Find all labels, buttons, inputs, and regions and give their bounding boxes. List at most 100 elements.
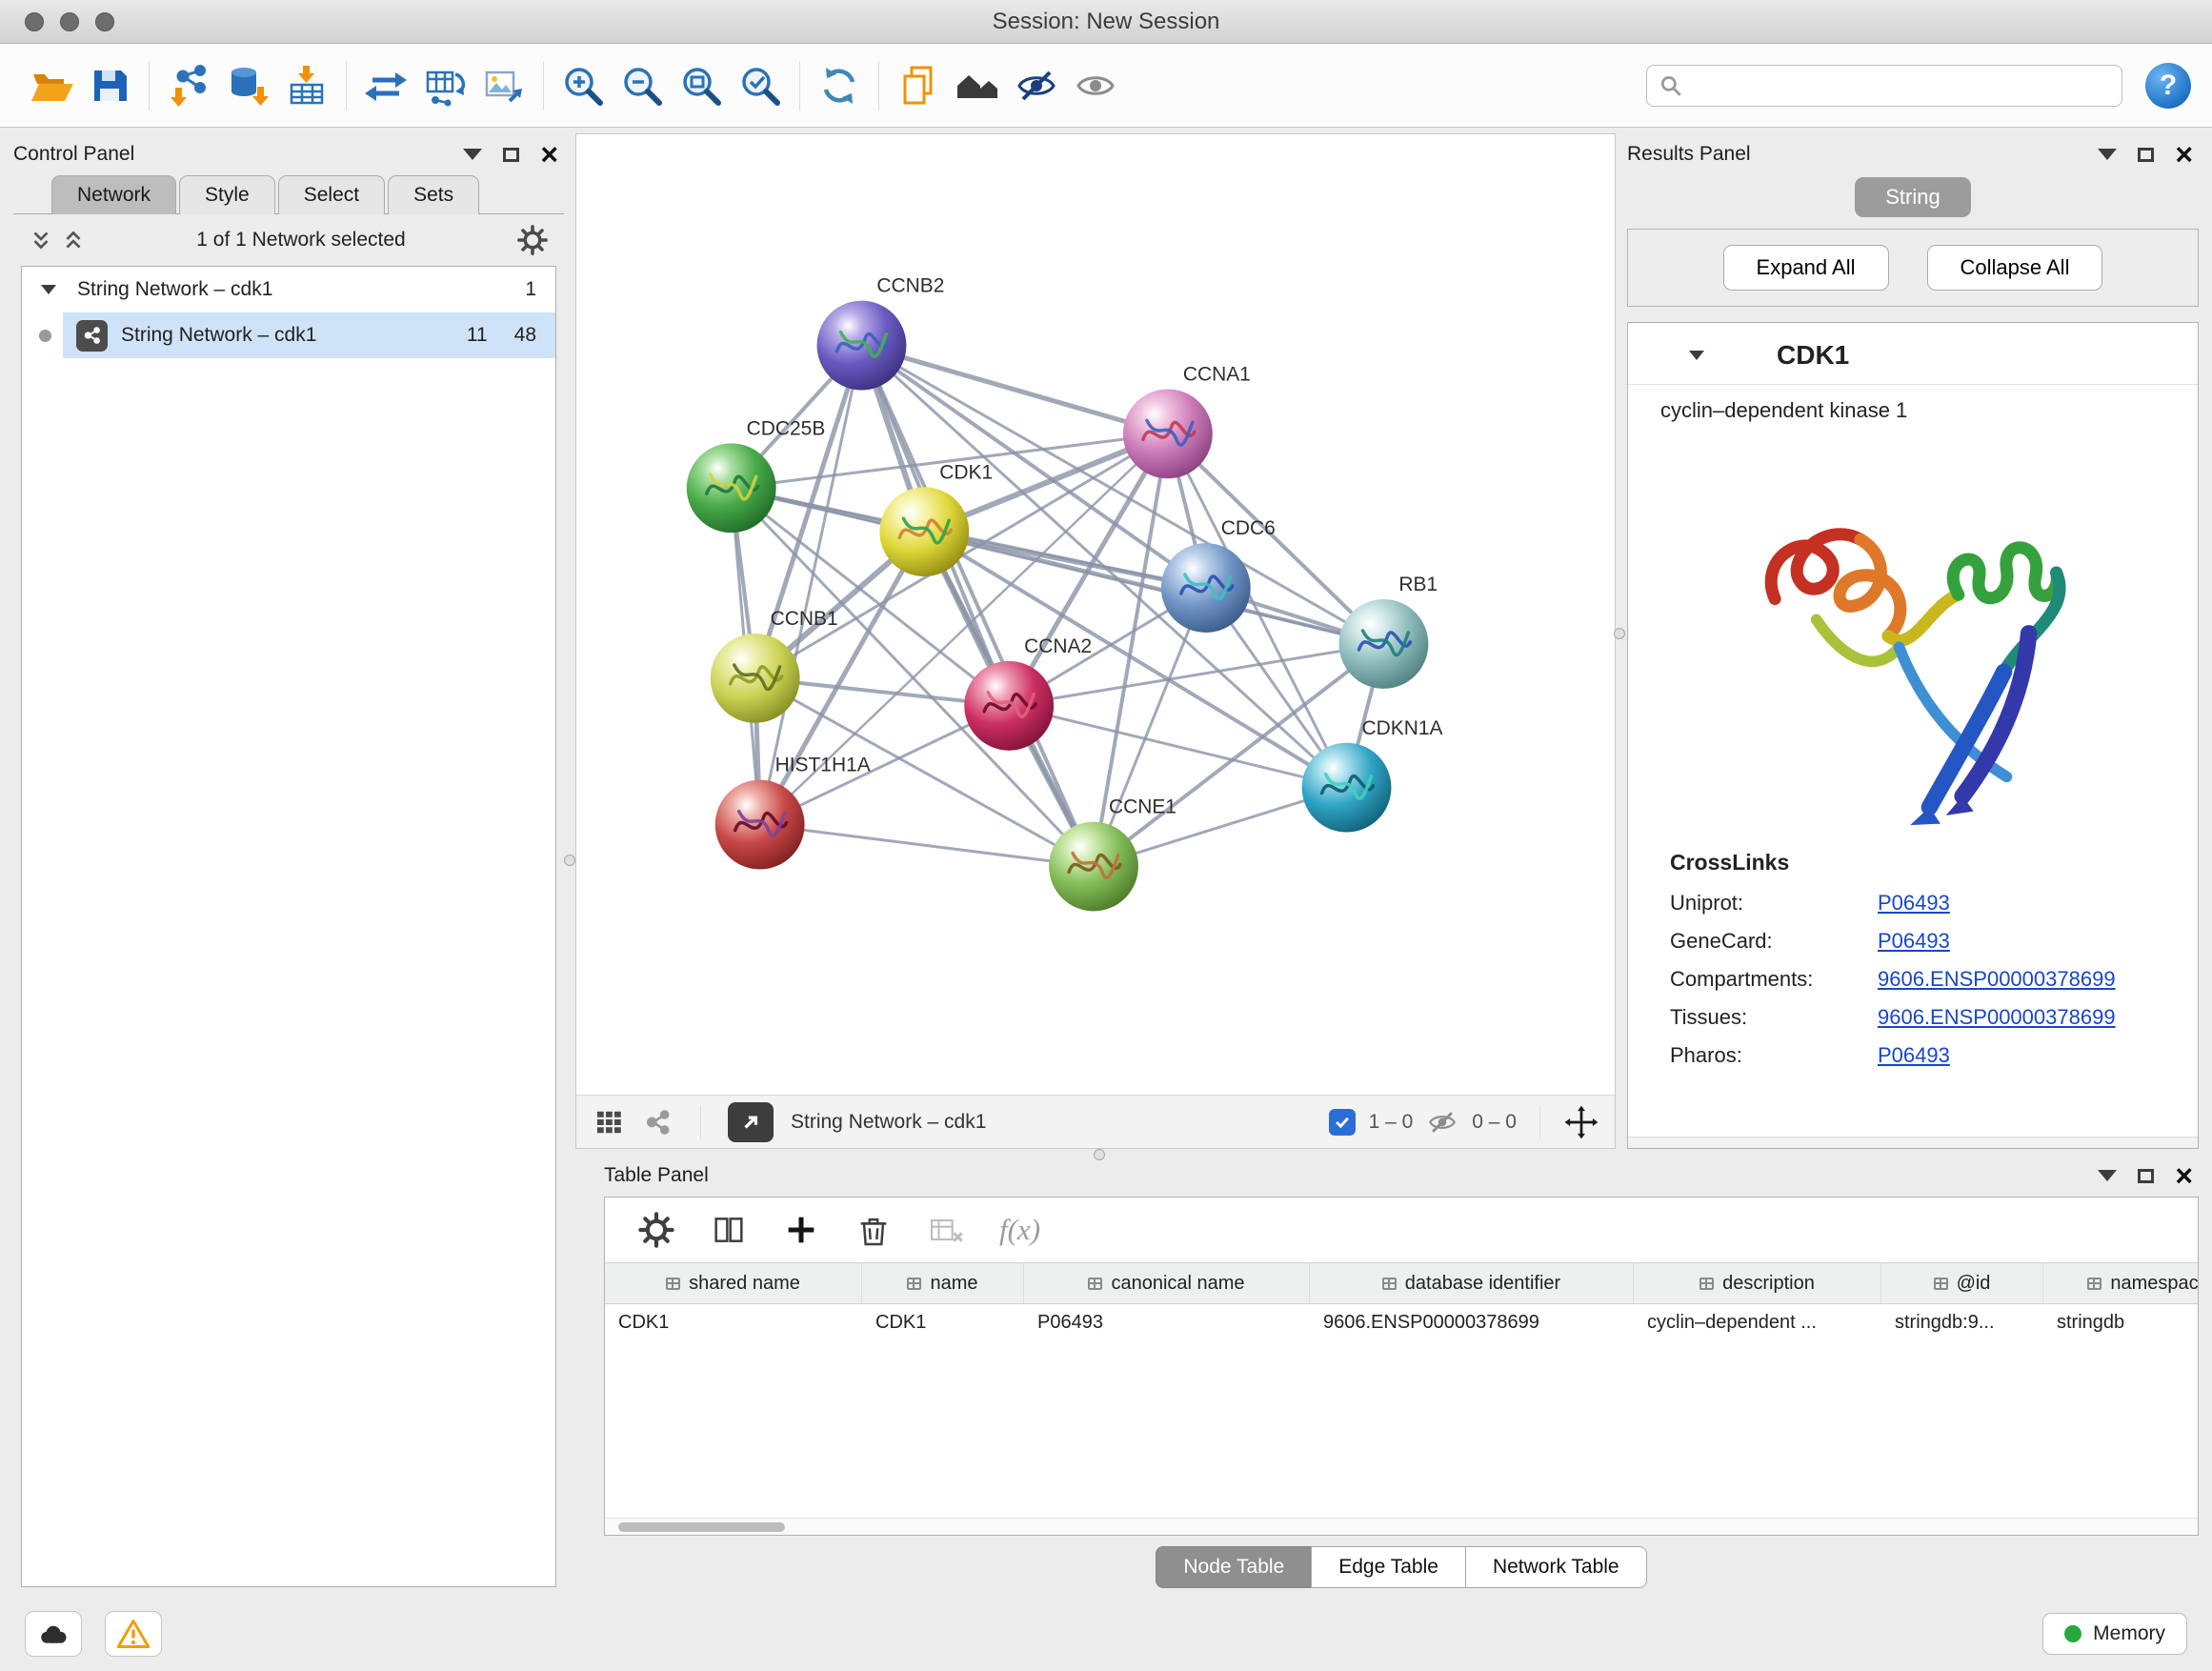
network-node-rb1[interactable]: RB1	[1339, 574, 1438, 689]
birds-eye-view-icon[interactable]	[592, 1105, 626, 1139]
collapse-all-button[interactable]: Collapse All	[1927, 245, 2103, 291]
network-canvas[interactable]: CCNB2CCNA1CDC25BCDK1CDC6RB1CCNB1CCNA2CDK…	[576, 134, 1615, 1095]
save-session-button[interactable]	[80, 55, 139, 116]
crosslink-tissues[interactable]: 9606.ENSP00000378699	[1878, 1005, 2116, 1030]
open-session-button[interactable]	[21, 55, 80, 116]
column-header-database-identifier[interactable]: database identifier	[1310, 1263, 1634, 1303]
column-header-name[interactable]: name	[862, 1263, 1024, 1303]
selected-checkbox-icon[interactable]	[1329, 1109, 1356, 1136]
panel-menu-icon[interactable]	[2098, 1170, 2117, 1181]
float-panel-icon[interactable]	[503, 148, 519, 162]
tab-network-table[interactable]: Network Table	[1465, 1546, 1647, 1588]
float-panel-icon[interactable]	[2138, 148, 2154, 162]
gear-icon[interactable]	[516, 224, 549, 256]
splitter-handle[interactable]	[1614, 628, 1625, 639]
tab-node-table[interactable]: Node Table	[1156, 1546, 1312, 1588]
gene-disclosure-icon[interactable]	[1689, 351, 1704, 360]
hidden-eye-slash-icon[interactable]	[1426, 1106, 1458, 1138]
network-node-cdkn1a[interactable]: CDKN1A	[1302, 717, 1443, 833]
share-network-icon[interactable]	[643, 1107, 674, 1137]
tab-string[interactable]: String	[1855, 177, 1970, 217]
column-header-canonical-name[interactable]: canonical name	[1024, 1263, 1310, 1303]
copy-document-icon[interactable]	[889, 55, 948, 116]
column-header-id[interactable]: @id	[1881, 1263, 2043, 1303]
network-edge[interactable]	[861, 346, 1167, 434]
zoom-out-icon[interactable]	[613, 55, 672, 116]
import-network-file-icon[interactable]	[159, 55, 218, 116]
crosslink-pharos[interactable]: P06493	[1878, 1043, 1950, 1068]
table-row[interactable]: CDK1CDK1P064939606.ENSP00000378699cyclin…	[605, 1304, 2198, 1344]
table-cell[interactable]: CDK1	[605, 1304, 862, 1344]
search-field[interactable]	[1646, 65, 2122, 107]
tab-style[interactable]: Style	[179, 175, 275, 214]
table-cell[interactable]: CDK1	[862, 1304, 1024, 1344]
hide-glass-eye-slash-icon[interactable]	[1007, 55, 1066, 116]
network-node-ccnb2[interactable]: CCNB2	[817, 275, 945, 391]
show-glass-eye-icon[interactable]	[1066, 55, 1125, 116]
column-header-shared-name[interactable]: shared name	[605, 1263, 862, 1303]
delete-column-icon[interactable]	[855, 1211, 893, 1249]
column-header-description[interactable]: description	[1634, 1263, 1881, 1303]
horizontal-scrollbar[interactable]	[605, 1518, 2198, 1535]
help-button[interactable]: ?	[2145, 63, 2191, 109]
memory-button[interactable]: Memory	[2042, 1613, 2187, 1655]
table-cell[interactable]: 9606.ENSP00000378699	[1310, 1304, 1634, 1344]
add-column-icon[interactable]	[782, 1211, 820, 1249]
close-panel-icon[interactable]: ×	[2175, 139, 2193, 170]
network-edge[interactable]	[924, 532, 1383, 644]
crosslink-compartments[interactable]: 9606.ENSP00000378699	[1878, 967, 2116, 992]
zoom-in-icon[interactable]	[553, 55, 613, 116]
export-image-icon[interactable]	[474, 55, 533, 116]
tab-network[interactable]: Network	[51, 175, 176, 214]
network-row[interactable]: String Network – cdk1 11 48	[22, 312, 555, 358]
import-table-icon[interactable]	[277, 55, 336, 116]
minimize-window-button[interactable]	[60, 12, 79, 31]
network-node-cdk1[interactable]: CDK1	[879, 461, 993, 576]
zoom-fit-icon[interactable]	[672, 55, 731, 116]
table-gear-icon[interactable]	[637, 1211, 675, 1249]
selected-network-row[interactable]: String Network – cdk1 11 48	[63, 312, 555, 358]
network-graph[interactable]: CCNB2CCNA1CDC25BCDK1CDC6RB1CCNB1CCNA2CDK…	[576, 134, 1615, 1095]
network-node-ccna1[interactable]: CCNA1	[1123, 363, 1251, 478]
table-cell[interactable]: stringdb	[2043, 1304, 2198, 1344]
splitter-handle[interactable]	[564, 855, 575, 866]
network-collection-row[interactable]: String Network – cdk1 1	[22, 267, 555, 312]
refresh-layout-icon[interactable]	[810, 55, 869, 116]
column-header-namespac[interactable]: namespac	[2043, 1263, 2198, 1303]
cloud-button[interactable]	[25, 1611, 82, 1657]
close-window-button[interactable]	[25, 12, 44, 31]
panel-menu-icon[interactable]	[463, 149, 482, 160]
zoom-window-button[interactable]	[95, 12, 114, 31]
expand-all-icon[interactable]	[61, 228, 86, 252]
table-cell[interactable]: P06493	[1024, 1304, 1310, 1344]
network-node-hist1h1a[interactable]: HIST1H1A	[715, 755, 871, 870]
gene-card-header[interactable]: CDK1	[1628, 323, 2198, 385]
scrollbar-thumb[interactable]	[618, 1522, 785, 1532]
tab-sets[interactable]: Sets	[388, 175, 479, 214]
tab-select[interactable]: Select	[278, 175, 385, 214]
network-node-ccnb1[interactable]: CCNB1	[711, 608, 838, 723]
home-icon[interactable]	[948, 55, 1007, 116]
network-edge[interactable]	[760, 825, 1094, 867]
tab-edge-table[interactable]: Edge Table	[1311, 1546, 1466, 1588]
close-panel-icon[interactable]: ×	[540, 139, 558, 170]
search-input[interactable]	[1691, 74, 2110, 97]
network-node-cdc25b[interactable]: CDC25B	[687, 417, 826, 533]
expand-all-button[interactable]: Expand All	[1723, 245, 1889, 291]
results-scrollbar[interactable]	[1628, 1137, 2198, 1148]
reload-network-icon[interactable]	[356, 55, 415, 116]
crosslink-uniprot[interactable]: P06493	[1878, 891, 1950, 916]
warning-button[interactable]	[105, 1611, 162, 1657]
table-cell[interactable]: stringdb:9...	[1881, 1304, 2043, 1344]
collapse-all-icon[interactable]	[29, 228, 53, 252]
float-panel-icon[interactable]	[2138, 1169, 2154, 1183]
zoom-selected-icon[interactable]	[731, 55, 790, 116]
collection-disclosure-icon[interactable]	[41, 285, 56, 294]
import-network-database-icon[interactable]	[218, 55, 277, 116]
network-edge[interactable]	[861, 346, 1094, 867]
open-in-new-window-button[interactable]	[728, 1102, 774, 1142]
show-columns-icon[interactable]	[710, 1211, 748, 1249]
splitter-handle[interactable]	[1094, 1149, 1105, 1160]
close-panel-icon[interactable]: ×	[2175, 1160, 2193, 1191]
crosslink-genecard[interactable]: P06493	[1878, 929, 1950, 954]
